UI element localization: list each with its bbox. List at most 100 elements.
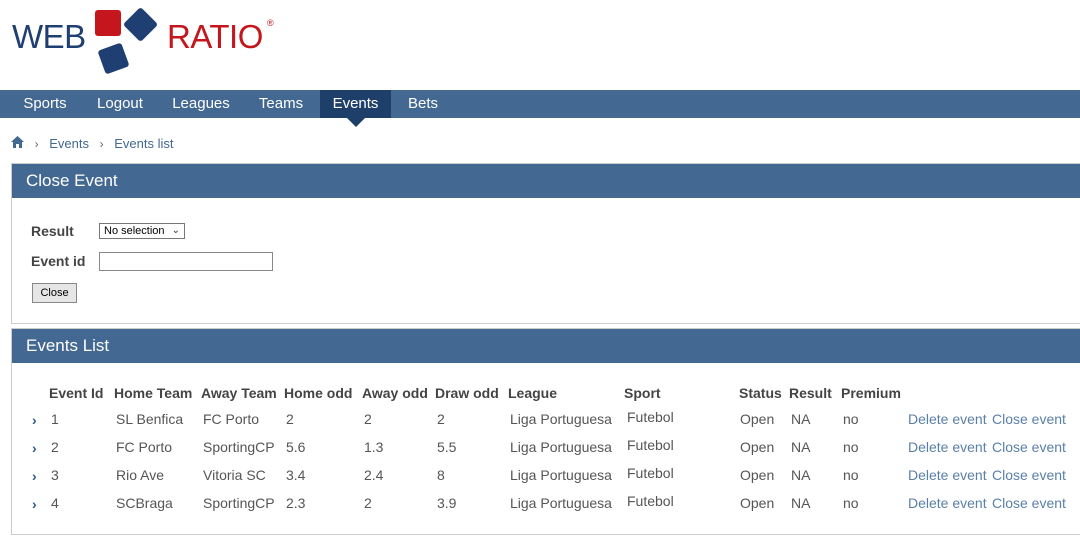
cell-event-id: 3: [51, 467, 59, 483]
close-event-link[interactable]: Close event: [992, 467, 1066, 483]
logo-squares-icon: [95, 8, 157, 74]
chevron-right-icon[interactable]: ›: [32, 440, 37, 456]
cell-home-team: FC Porto: [116, 439, 173, 455]
cell-result: NA: [791, 495, 811, 511]
nav-item-teams[interactable]: Teams: [249, 90, 313, 118]
cell-away-odd: 2.4: [364, 467, 384, 483]
cell-away-team: Vitoria SC: [203, 467, 266, 483]
chevron-right-icon[interactable]: ›: [32, 496, 37, 512]
cell-away-team: SportingCP: [203, 495, 275, 511]
nav-item-sports[interactable]: Sports: [10, 90, 80, 118]
table-row: › 3 Rio Ave Vitoria SC 3.4 2.4 8 Liga Po…: [12, 465, 1080, 489]
result-select-value: No selection: [104, 225, 165, 237]
event-id-input[interactable]: [99, 252, 273, 271]
cell-home-odd: 3.4: [286, 467, 306, 483]
logo-registered-mark: ®: [267, 18, 274, 28]
breadcrumb-events[interactable]: Events: [49, 136, 89, 151]
cell-premium: no: [843, 467, 859, 483]
column-header-event-id: Event Id: [49, 385, 104, 401]
close-event-link[interactable]: Close event: [992, 411, 1066, 427]
event-id-label: Event id: [31, 253, 86, 269]
breadcrumb-events-list[interactable]: Events list: [114, 136, 173, 151]
column-header-home-team: Home Team: [114, 385, 193, 401]
cell-sport: Futebol: [627, 465, 674, 481]
cell-premium: no: [843, 495, 859, 511]
home-icon[interactable]: [11, 136, 24, 151]
column-header-sport: Sport: [624, 385, 661, 401]
cell-premium: no: [843, 411, 859, 427]
cell-status: Open: [740, 467, 775, 483]
nav-item-events[interactable]: Events: [320, 90, 391, 127]
cell-draw-odd: 3.9: [437, 495, 457, 511]
cell-event-id: 4: [51, 495, 59, 511]
column-header-away-odd: Away odd: [362, 385, 428, 401]
cell-home-odd: 5.6: [286, 439, 306, 455]
close-event-title: Close Event: [12, 164, 1080, 198]
delete-event-link[interactable]: Delete event: [908, 467, 987, 483]
nav-item-leagues[interactable]: Leagues: [161, 90, 241, 118]
cell-premium: no: [843, 439, 859, 455]
column-header-draw-odd: Draw odd: [435, 385, 499, 401]
nav-item-bets[interactable]: Bets: [397, 90, 449, 118]
table-row: › 2 FC Porto SportingCP 5.6 1.3 5.5 Liga…: [12, 437, 1080, 461]
cell-result: NA: [791, 411, 811, 427]
cell-away-odd: 2: [364, 495, 372, 511]
cell-league: Liga Portuguesa: [510, 467, 612, 483]
column-header-league: League: [508, 385, 558, 401]
close-event-panel: Close Event Result No selection ⌄ Event …: [11, 163, 1080, 324]
delete-event-link[interactable]: Delete event: [908, 439, 987, 455]
main-nav: Sports Logout Leagues Teams Events Bets: [0, 90, 1080, 127]
cell-status: Open: [740, 411, 775, 427]
chevron-down-icon: ⌄: [171, 225, 180, 236]
breadcrumb-separator-icon: ›: [34, 136, 39, 151]
cell-away-odd: 2: [364, 411, 372, 427]
close-event-link[interactable]: Close event: [992, 495, 1066, 511]
close-event-link[interactable]: Close event: [992, 439, 1066, 455]
close-button[interactable]: Close: [32, 283, 77, 303]
cell-home-team: SCBraga: [116, 495, 173, 511]
cell-status: Open: [740, 439, 775, 455]
result-label: Result: [31, 223, 74, 239]
cell-away-team: SportingCP: [203, 439, 275, 455]
result-select[interactable]: No selection ⌄: [99, 223, 185, 239]
cell-event-id: 2: [51, 439, 59, 455]
logo-text-ratio: RATIO: [167, 18, 263, 55]
cell-home-odd: 2.3: [286, 495, 306, 511]
cell-home-odd: 2: [286, 411, 294, 427]
logo-text-web: WEB: [12, 18, 86, 55]
delete-event-link[interactable]: Delete event: [908, 495, 987, 511]
nav-item-logout[interactable]: Logout: [86, 90, 154, 118]
cell-away-odd: 1.3: [364, 439, 384, 455]
cell-sport: Futebol: [627, 437, 674, 453]
chevron-right-icon[interactable]: ›: [32, 412, 37, 428]
column-header-status: Status: [739, 385, 782, 401]
cell-home-team: SL Benfica: [116, 411, 184, 427]
cell-result: NA: [791, 467, 811, 483]
cell-draw-odd: 8: [437, 467, 445, 483]
cell-away-team: FC Porto: [203, 411, 260, 427]
cell-league: Liga Portuguesa: [510, 411, 612, 427]
chevron-right-icon[interactable]: ›: [32, 468, 37, 484]
cell-sport: Futebol: [627, 409, 674, 425]
cell-result: NA: [791, 439, 811, 455]
table-row: › 1 SL Benfica FC Porto 2 2 2 Liga Portu…: [12, 409, 1080, 433]
cell-draw-odd: 5.5: [437, 439, 457, 455]
cell-home-team: Rio Ave: [116, 467, 164, 483]
cell-status: Open: [740, 495, 775, 511]
cell-sport: Futebol: [627, 493, 674, 509]
cell-event-id: 1: [51, 411, 59, 427]
webratio-logo: WEB RATIO ®: [12, 8, 292, 78]
breadcrumb: › Events › Events list: [11, 135, 174, 151]
cell-draw-odd: 2: [437, 411, 445, 427]
breadcrumb-separator-icon: ›: [99, 136, 104, 151]
delete-event-link[interactable]: Delete event: [908, 411, 987, 427]
column-header-away-team: Away Team: [201, 385, 277, 401]
column-header-home-odd: Home odd: [284, 385, 353, 401]
events-list-panel: Events List Event Id Home Team Away Team…: [11, 328, 1080, 535]
column-header-result: Result: [789, 385, 832, 401]
table-row: › 4 SCBraga SportingCP 2.3 2 3.9 Liga Po…: [12, 493, 1080, 517]
cell-league: Liga Portuguesa: [510, 439, 612, 455]
events-list-title: Events List: [12, 329, 1080, 363]
column-header-premium: Premium: [841, 385, 901, 401]
cell-league: Liga Portuguesa: [510, 495, 612, 511]
